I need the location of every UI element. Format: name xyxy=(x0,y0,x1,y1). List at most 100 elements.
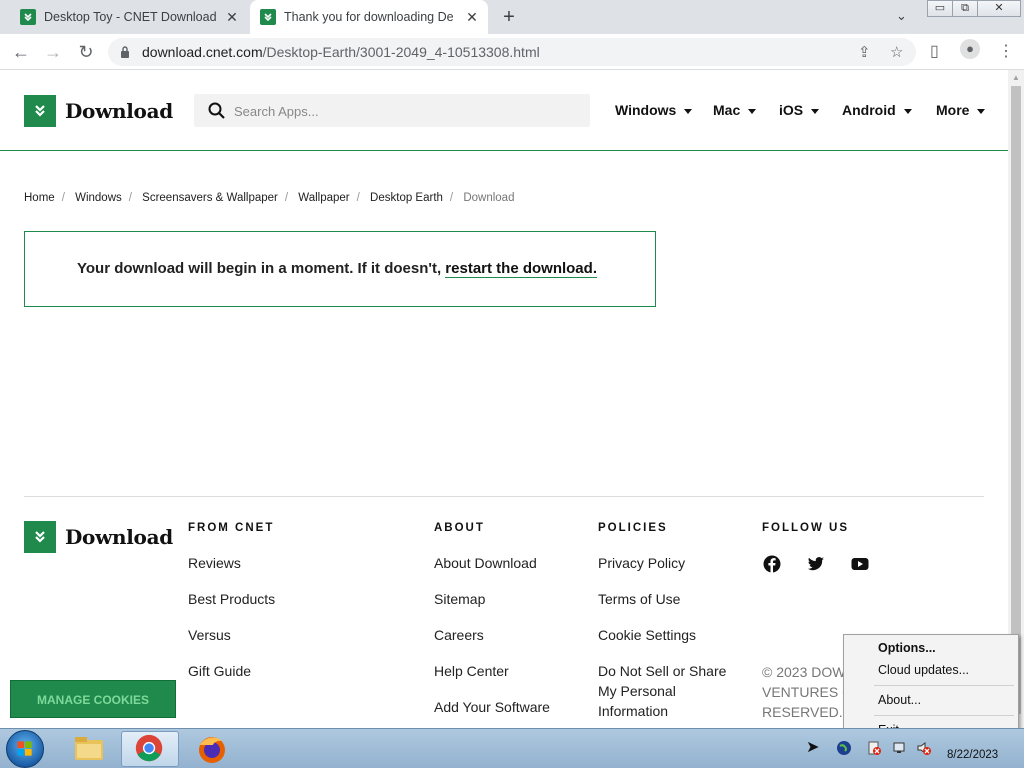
footer-link-cookie-settings[interactable]: Cookie Settings xyxy=(598,625,696,645)
twitter-icon[interactable] xyxy=(807,555,825,573)
file-explorer-icon[interactable] xyxy=(60,731,118,767)
breadcrumb-windows[interactable]: Windows xyxy=(75,192,122,204)
network-tray-icon[interactable] xyxy=(892,740,908,756)
footer-link-do-not-sell[interactable]: Do Not Sell or Share xyxy=(598,661,726,681)
url-text: download.cnet.com/Desktop-Earth/3001-204… xyxy=(142,44,540,60)
footer-link-add-your-software[interactable]: Add Your Software xyxy=(434,697,550,717)
menu-separator xyxy=(874,715,1014,716)
tab-title: Desktop Toy - CNET Download xyxy=(44,10,217,24)
breadcrumb-separator: / xyxy=(61,192,65,204)
download-favicon-icon xyxy=(260,9,276,25)
menu-separator xyxy=(874,685,1014,686)
nav-ios[interactable]: iOS xyxy=(779,102,820,118)
chevron-down-icon xyxy=(684,108,693,114)
address-bar[interactable]: download.cnet.com/Desktop-Earth/3001-204… xyxy=(108,38,916,66)
close-window-button[interactable]: ✕ xyxy=(977,0,1021,17)
close-tab-icon[interactable]: ✕ xyxy=(224,9,240,26)
bookmark-star-icon[interactable]: ☆ xyxy=(890,43,903,61)
forward-arrow-icon[interactable]: → xyxy=(42,41,64,63)
breadcrumb-home[interactable]: Home xyxy=(24,192,55,204)
site-logo[interactable]: Download xyxy=(24,95,173,127)
download-message: Your download will begin in a moment. If… xyxy=(77,260,597,278)
breadcrumb-current: Download xyxy=(463,192,515,204)
windows-taskbar: ➤ 8/22/2023 xyxy=(0,728,1024,768)
nav-windows[interactable]: Windows xyxy=(615,102,693,118)
chrome-icon[interactable] xyxy=(121,731,179,767)
url-host: download.cnet.com xyxy=(142,44,263,60)
windows-logo-icon xyxy=(17,741,32,756)
footer-link-careers[interactable]: Careers xyxy=(434,625,484,645)
breadcrumb-screensavers[interactable]: Screensavers & Wallpaper xyxy=(142,192,278,204)
search-input[interactable] xyxy=(234,100,574,122)
browser-toolbar: ← → ↻ download.cnet.com/Desktop-Earth/30… xyxy=(0,34,1024,70)
back-arrow-icon[interactable]: ← xyxy=(10,41,32,63)
breadcrumb-desktop-earth[interactable]: Desktop Earth xyxy=(370,192,443,204)
browser-tab[interactable]: Desktop Toy - CNET Download ✕ xyxy=(0,0,248,34)
nav-label: Windows xyxy=(615,102,677,118)
footer-link-do-not-sell[interactable]: Information xyxy=(598,701,668,721)
desktop-earth-tray-icon[interactable] xyxy=(836,740,852,756)
page-scrollbar[interactable]: ▲ ▼ xyxy=(1008,70,1024,728)
footer-link-help-center[interactable]: Help Center xyxy=(434,661,509,681)
nav-label: Android xyxy=(842,102,896,118)
search-box[interactable] xyxy=(194,94,590,127)
close-tab-icon[interactable]: ✕ xyxy=(464,9,480,26)
tab-title: Thank you for downloading Des xyxy=(284,10,454,24)
tab-search-icon[interactable]: ⌄ xyxy=(896,8,907,24)
new-tab-button[interactable]: + xyxy=(498,6,520,29)
footer-logo[interactable]: Download xyxy=(24,521,173,553)
copyright-line: VENTURES C xyxy=(762,684,852,700)
mouse-cursor-icon: ➤ xyxy=(806,739,820,756)
search-icon xyxy=(208,102,225,119)
nav-android[interactable]: Android xyxy=(842,102,912,118)
download-logo-icon xyxy=(24,521,56,553)
nav-mac[interactable]: Mac xyxy=(713,102,757,118)
lock-icon xyxy=(121,46,129,58)
breadcrumb-separator: / xyxy=(356,192,360,204)
facebook-icon[interactable] xyxy=(763,555,781,573)
profile-avatar-icon[interactable]: ● xyxy=(960,39,980,59)
volume-tray-icon[interactable] xyxy=(916,740,932,756)
start-button[interactable] xyxy=(6,730,44,768)
footer-link-sitemap[interactable]: Sitemap xyxy=(434,589,485,609)
breadcrumb-wallpaper[interactable]: Wallpaper xyxy=(298,192,349,204)
nav-label: iOS xyxy=(779,102,804,118)
breadcrumb-separator: / xyxy=(284,192,289,204)
footer-heading-follow-us: FOLLOW US xyxy=(762,522,849,534)
taskbar-date[interactable]: 8/22/2023 xyxy=(947,749,998,761)
menu-kebab-icon[interactable]: ⋮ xyxy=(998,41,1014,61)
scroll-up-arrow-icon[interactable]: ▲ xyxy=(1012,73,1020,82)
footer-link-best-products[interactable]: Best Products xyxy=(188,589,275,609)
firefox-icon[interactable] xyxy=(182,731,240,767)
browser-tab-active[interactable]: Thank you for downloading Des ✕ xyxy=(250,0,488,34)
footer-link-reviews[interactable]: Reviews xyxy=(188,553,241,573)
youtube-icon[interactable] xyxy=(851,555,869,573)
browser-tab-strip: Desktop Toy - CNET Download ✕ Thank you … xyxy=(0,0,1024,34)
restart-download-link[interactable]: restart the download. xyxy=(445,260,597,278)
menu-item-options[interactable]: Options... xyxy=(878,641,936,655)
restore-button[interactable]: ⧉ xyxy=(952,0,978,17)
footer-heading-about: ABOUT xyxy=(434,522,485,534)
footer-link-do-not-sell[interactable]: My Personal xyxy=(598,681,676,701)
share-icon[interactable]: ⇪ xyxy=(858,43,871,61)
menu-item-cloud-updates[interactable]: Cloud updates... xyxy=(878,663,969,677)
footer-link-about-download[interactable]: About Download xyxy=(434,553,537,573)
footer-link-gift-guide[interactable]: Gift Guide xyxy=(188,661,251,681)
footer-heading-from-cnet: FROM CNET xyxy=(188,522,275,534)
menu-item-about[interactable]: About... xyxy=(878,693,921,707)
nav-label: More xyxy=(936,102,970,118)
nav-label: Mac xyxy=(713,102,741,118)
logo-text: Download xyxy=(65,525,173,549)
copyright-text: © 2023 DOW VENTURES C RESERVED. xyxy=(762,662,852,722)
manage-cookies-button[interactable]: MANAGE COOKIES xyxy=(10,680,176,718)
nav-more[interactable]: More xyxy=(936,102,986,118)
footer-link-privacy-policy[interactable]: Privacy Policy xyxy=(598,553,685,573)
footer-link-versus[interactable]: Versus xyxy=(188,625,231,645)
scroll-thumb[interactable] xyxy=(1011,86,1021,714)
flag-tray-icon[interactable] xyxy=(866,740,882,756)
side-panel-icon[interactable]: ▯ xyxy=(930,41,939,61)
chevron-down-icon xyxy=(811,108,820,114)
minimize-button[interactable]: ▭ xyxy=(927,0,953,17)
footer-link-terms-of-use[interactable]: Terms of Use xyxy=(598,589,680,609)
reload-icon[interactable]: ↻ xyxy=(75,41,97,63)
